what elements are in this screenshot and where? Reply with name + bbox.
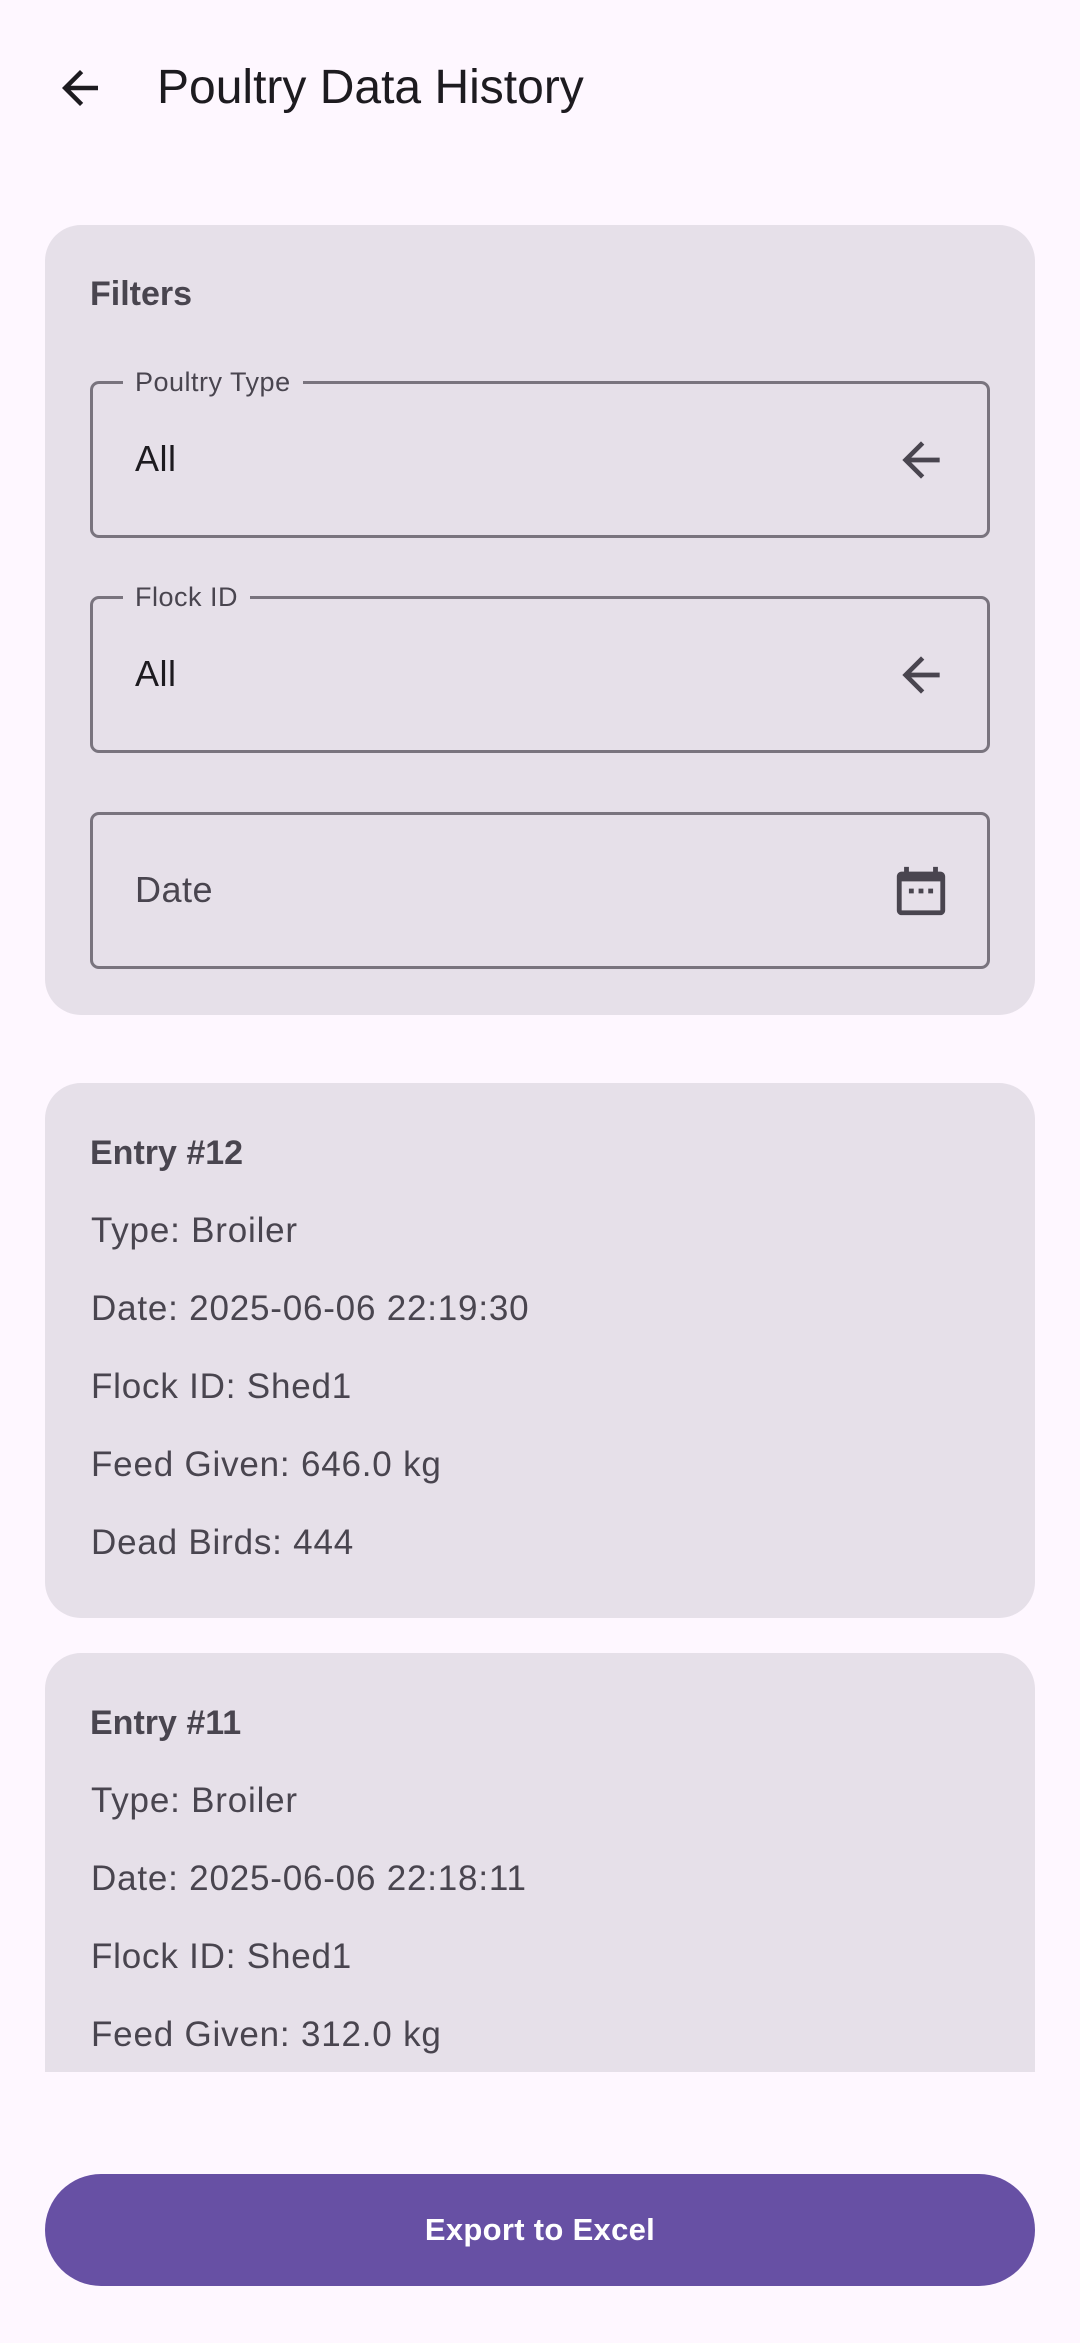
filters-card: Filters Poultry Type All Flock ID All Da… xyxy=(45,225,1035,1015)
entry-title: Entry #11 xyxy=(90,1704,242,1742)
calendar-icon[interactable] xyxy=(891,861,951,921)
entry-card: Entry #12 Type: Broiler Date: 2025-06-06… xyxy=(45,1083,1035,1618)
entry-dead-birds: Dead Birds: 444 xyxy=(91,1523,354,1562)
entry-feed-given: Feed Given: 312.0 kg xyxy=(91,2015,442,2054)
poultry-type-value: All xyxy=(135,438,177,479)
date-placeholder: Date xyxy=(135,869,214,910)
entry-type: Type: Broiler xyxy=(91,1781,298,1820)
entry-flock-id: Flock ID: Shed1 xyxy=(91,1937,352,1976)
arrow-left-icon[interactable] xyxy=(891,430,951,490)
arrow-left-icon[interactable] xyxy=(891,645,951,705)
export-to-excel-button[interactable]: Export to Excel xyxy=(45,2174,1035,2286)
entry-date: Date: 2025-06-06 22:19:30 xyxy=(91,1289,530,1328)
entry-date: Date: 2025-06-06 22:18:11 xyxy=(91,1859,527,1898)
entry-feed-given: Feed Given: 646.0 kg xyxy=(91,1445,442,1484)
app-screen: Poultry Data History Filters Poultry Typ… xyxy=(0,0,1080,2343)
entries-list[interactable]: Entry #12 Type: Broiler Date: 2025-06-06… xyxy=(0,1070,1080,2072)
flock-id-label: Flock ID xyxy=(123,582,251,612)
back-button[interactable] xyxy=(38,46,122,130)
entry-card: Entry #11 Type: Broiler Date: 2025-06-06… xyxy=(45,1653,1035,2072)
entry-title: Entry #12 xyxy=(90,1134,244,1172)
poultry-type-dropdown[interactable]: Poultry Type All xyxy=(90,367,990,538)
entry-type: Type: Broiler xyxy=(91,1211,298,1250)
export-button-label: Export to Excel xyxy=(424,2212,656,2247)
filters-heading: Filters xyxy=(90,275,193,313)
entry-flock-id: Flock ID: Shed1 xyxy=(91,1367,352,1406)
flock-id-value: All xyxy=(135,653,177,694)
flock-id-dropdown[interactable]: Flock ID All xyxy=(90,582,990,753)
arrow-back-icon xyxy=(62,70,98,106)
page-title: Poultry Data History xyxy=(157,61,584,114)
top-app-bar: Poultry Data History xyxy=(0,0,1080,180)
poultry-type-label: Poultry Type xyxy=(123,367,303,397)
date-field[interactable]: Date xyxy=(90,812,990,969)
